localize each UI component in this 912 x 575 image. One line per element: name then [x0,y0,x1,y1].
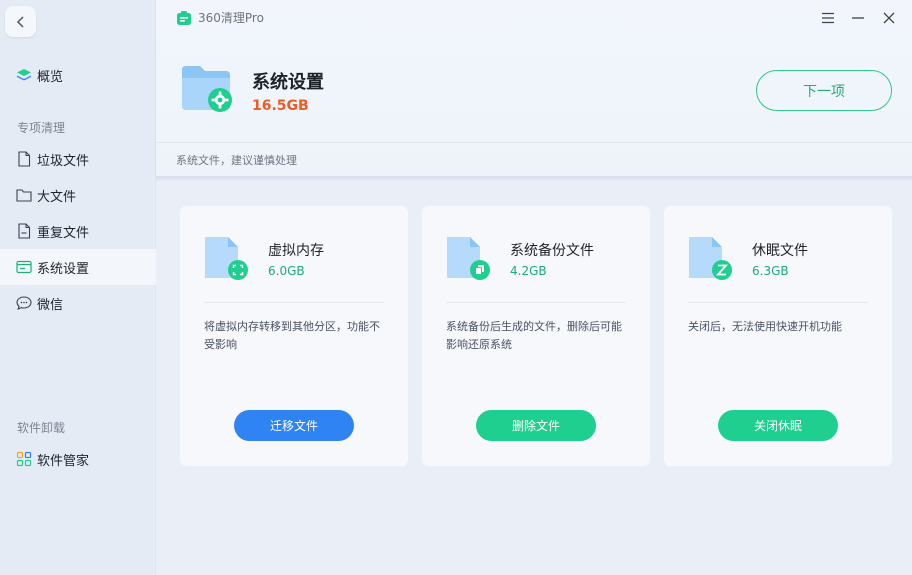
app-logo-icon [177,10,191,25]
header-shadow [156,176,912,182]
app-title: 360清理Pro [176,9,264,26]
close-icon [883,12,895,24]
back-button[interactable] [5,6,36,37]
sidebar-group-special: 专项清理 [17,121,66,135]
header: 360清理Pro 系统设置 16.5GB 下一项 系统文件，建议谨慎处理 [156,0,912,176]
card-title: 休眠文件 [752,243,808,259]
sidebar-item-duplicate-files[interactable]: 重复文件 [0,213,156,249]
total-size: 16.5GB [252,98,309,114]
sidebar-item-label: 微信 [37,297,64,313]
app-name: 360清理Pro [198,11,264,25]
sidebar-item-junk-files[interactable]: 垃圾文件 [0,141,156,177]
card-size: 4.2GB [510,264,547,278]
card-divider [688,302,868,303]
sidebar-item-software-manager[interactable]: 软件管家 [0,441,156,477]
main-panel: 360清理Pro 系统设置 16.5GB 下一项 系统文件，建议谨慎处理 虚拟内… [156,0,912,575]
header-description: 系统文件，建议谨慎处理 [176,154,297,167]
card-description: 将虚拟内存转移到其他分区，功能不受影响 [204,320,380,351]
minimize-icon [852,17,864,19]
card-size: 6.3GB [752,264,789,278]
duplicate-file-icon [16,223,32,239]
close-button[interactable] [879,8,899,28]
system-settings-icon [16,259,32,275]
folder-icon [16,187,32,203]
card-size: 6.0GB [268,264,305,278]
sidebar-item-label: 系统设置 [37,261,90,277]
sidebar-item-overview[interactable]: 概览 [0,57,156,93]
layers-icon [16,67,32,83]
sidebar-item-system-settings[interactable]: 系统设置 [0,249,156,285]
sidebar-item-wechat[interactable]: 微信 [0,285,156,321]
sidebar-item-label: 垃圾文件 [37,153,90,169]
minimize-button[interactable] [848,8,868,28]
menu-button[interactable] [818,8,838,28]
sidebar-item-label: 大文件 [37,189,77,205]
card-system-backup: 系统备份文件 4.2GB 系统备份后生成的文件，删除后可能影响还原系统 删除文件 [422,206,650,466]
page-title: 系统设置 [252,72,324,93]
card-hibernation: 休眠文件 6.3GB 关闭后，无法使用快速开机功能 关闭休眠 [664,206,892,466]
apps-grid-icon [16,451,32,467]
sidebar-item-large-files[interactable]: 大文件 [0,177,156,213]
hibernation-file-icon [689,237,732,280]
card-virtual-memory: 虚拟内存 6.0GB 将虚拟内存转移到其他分区，功能不受影响 迁移文件 [180,206,408,466]
card-title: 虚拟内存 [268,243,324,259]
virtual-memory-file-icon [205,237,248,280]
chevron-left-icon [16,15,24,28]
card-description: 关闭后，无法使用快速开机功能 [688,320,842,333]
sidebar-item-label: 概览 [37,69,64,85]
card-description: 系统备份后生成的文件，删除后可能影响还原系统 [446,320,622,351]
hamburger-menu-icon [822,12,834,24]
backup-file-icon [447,237,490,280]
delete-files-button[interactable]: 删除文件 [476,410,596,441]
sidebar-item-label: 重复文件 [37,225,90,241]
file-icon [16,151,32,167]
header-divider [156,142,912,143]
migrate-files-button[interactable]: 迁移文件 [234,410,354,441]
card-divider [204,302,384,303]
chat-bubble-icon [16,295,32,311]
sidebar-item-label: 软件管家 [37,453,90,469]
sidebar: 概览 专项清理 垃圾文件 大文件 重复文件 系统设置 微信 软件卸载 软件管家 [0,0,156,575]
system-folder-icon [182,66,232,112]
card-divider [446,302,626,303]
sidebar-group-uninstall: 软件卸载 [17,421,66,435]
card-title: 系统备份文件 [510,243,594,259]
next-item-button[interactable]: 下一项 [756,70,892,111]
disable-hibernation-button[interactable]: 关闭休眠 [718,410,838,441]
